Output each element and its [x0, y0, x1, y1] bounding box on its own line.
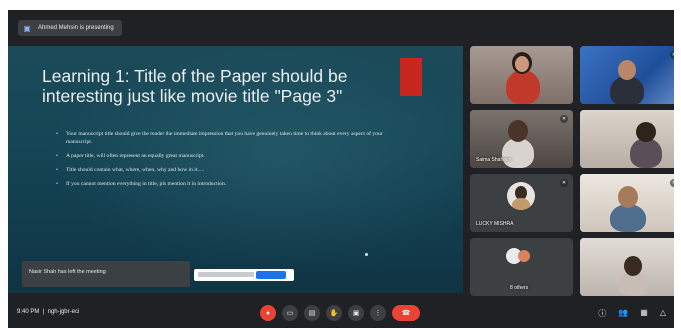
participant-head [508, 120, 528, 142]
slide-bullet: Your manuscript title should give the re… [56, 130, 386, 146]
camera-toggle-button[interactable]: ▭ [282, 305, 298, 321]
raise-hand-button[interactable]: ✋ [326, 305, 342, 321]
participant-name: Saima Shaheen [476, 157, 512, 163]
meet-window: ▣ Ahmed Mehsin is presenting Learning 1:… [8, 10, 674, 328]
participant-body [506, 70, 540, 104]
avatar [507, 182, 535, 210]
toast-text: Nasir Shah has left the meeting [29, 269, 106, 275]
info-icon[interactable]: ⓘ [598, 308, 606, 319]
participant-head [618, 60, 636, 80]
participant-head [618, 186, 638, 208]
avatar [518, 250, 530, 262]
bottom-bar: 9:40 PM | ngh-jgbr-eci ● ▭ ▤ ✋ ▣ ⋮ ☎ ⓘ 👥… [8, 299, 674, 328]
slide-title: Learning 1: Title of the Paper should be… [42, 66, 348, 106]
camera-icon: ▭ [286, 310, 294, 317]
participant-tile[interactable] [580, 110, 674, 168]
top-bar: ▣ Ahmed Mehsin is presenting [8, 10, 674, 42]
mic-off-icon: ✕ [560, 179, 568, 187]
captions-icon: ▤ [308, 310, 316, 317]
participant-tile[interactable]: ✕ LUCKY MISHRA [470, 174, 573, 232]
call-controls: ● ▭ ▤ ✋ ▣ ⋮ ☎ [260, 305, 420, 321]
slide-accent-tab [400, 58, 422, 96]
left-meeting-toast: Nasir Shah has left the meeting [22, 261, 190, 287]
mic-off-icon: ✕ [670, 51, 674, 59]
participant-face [515, 56, 529, 72]
mic-off-icon: ✕ [560, 115, 568, 123]
mic-off-icon: ● [265, 309, 271, 317]
stop-sharing-button[interactable] [256, 271, 286, 279]
avatar-body [512, 198, 530, 210]
others-tile[interactable]: 8 others [470, 238, 573, 296]
present-now-icon: ▣ [352, 310, 360, 317]
mic-toggle-button[interactable]: ● [260, 305, 276, 321]
participant-body [610, 76, 644, 104]
participant-tile[interactable] [580, 238, 674, 296]
chat-icon[interactable]: ▦ [640, 308, 648, 319]
more-options-button[interactable]: ⋮ [370, 305, 386, 321]
participant-body [502, 138, 534, 168]
more-options-icon: ⋮ [374, 310, 382, 317]
clock-time: 9:40 PM [17, 309, 40, 315]
leave-call-button[interactable]: ☎ [392, 305, 420, 321]
present-icon: ▣ [23, 23, 31, 33]
captions-button[interactable]: ▤ [304, 305, 320, 321]
participant-head [636, 122, 656, 142]
hangup-icon: ☎ [401, 310, 411, 317]
slide-bullet: If you cannot mention everything in titl… [56, 180, 386, 188]
presenting-label: Ahmed Mehsin is presenting [38, 25, 114, 31]
slide-bullets: Your manuscript title should give the re… [56, 130, 386, 194]
participant-tile[interactable]: ✕ Saima Shaheen [470, 110, 573, 168]
sharing-bar-text [198, 272, 254, 277]
slide-bullet: A paper title, will often represent an e… [56, 152, 386, 160]
participant-name: LUCKY MISHRA [476, 221, 514, 227]
people-icon[interactable]: 👥 [618, 308, 628, 319]
others-count: 8 others [510, 285, 529, 291]
side-controls: ⓘ 👥 ▦ △ [598, 308, 666, 319]
meeting-code: ngh-jgbr-eci [47, 309, 80, 315]
participant-tile[interactable]: ✕ [580, 46, 674, 104]
participant-tile[interactable] [470, 46, 573, 104]
participant-tile[interactable]: ✕ [580, 174, 674, 232]
meeting-time-and-code: 9:40 PM | ngh-jgbr-eci [17, 309, 79, 315]
sharing-bar[interactable] [194, 269, 294, 281]
presenting-indicator[interactable]: ▣ Ahmed Mehsin is presenting [18, 20, 122, 36]
raise-hand-icon: ✋ [329, 310, 339, 317]
participant-body [610, 204, 646, 232]
pointer-dot [365, 253, 368, 256]
separator: | [41, 309, 46, 315]
activities-icon[interactable]: △ [660, 308, 666, 319]
slide-bullet: Title should contain what, where, when, … [56, 166, 386, 174]
participant-head [624, 256, 642, 276]
mic-off-icon: ✕ [670, 179, 674, 187]
participant-body [630, 138, 662, 168]
present-now-button[interactable]: ▣ [348, 305, 364, 321]
shared-slide: Learning 1: Title of the Paper should be… [8, 46, 463, 293]
